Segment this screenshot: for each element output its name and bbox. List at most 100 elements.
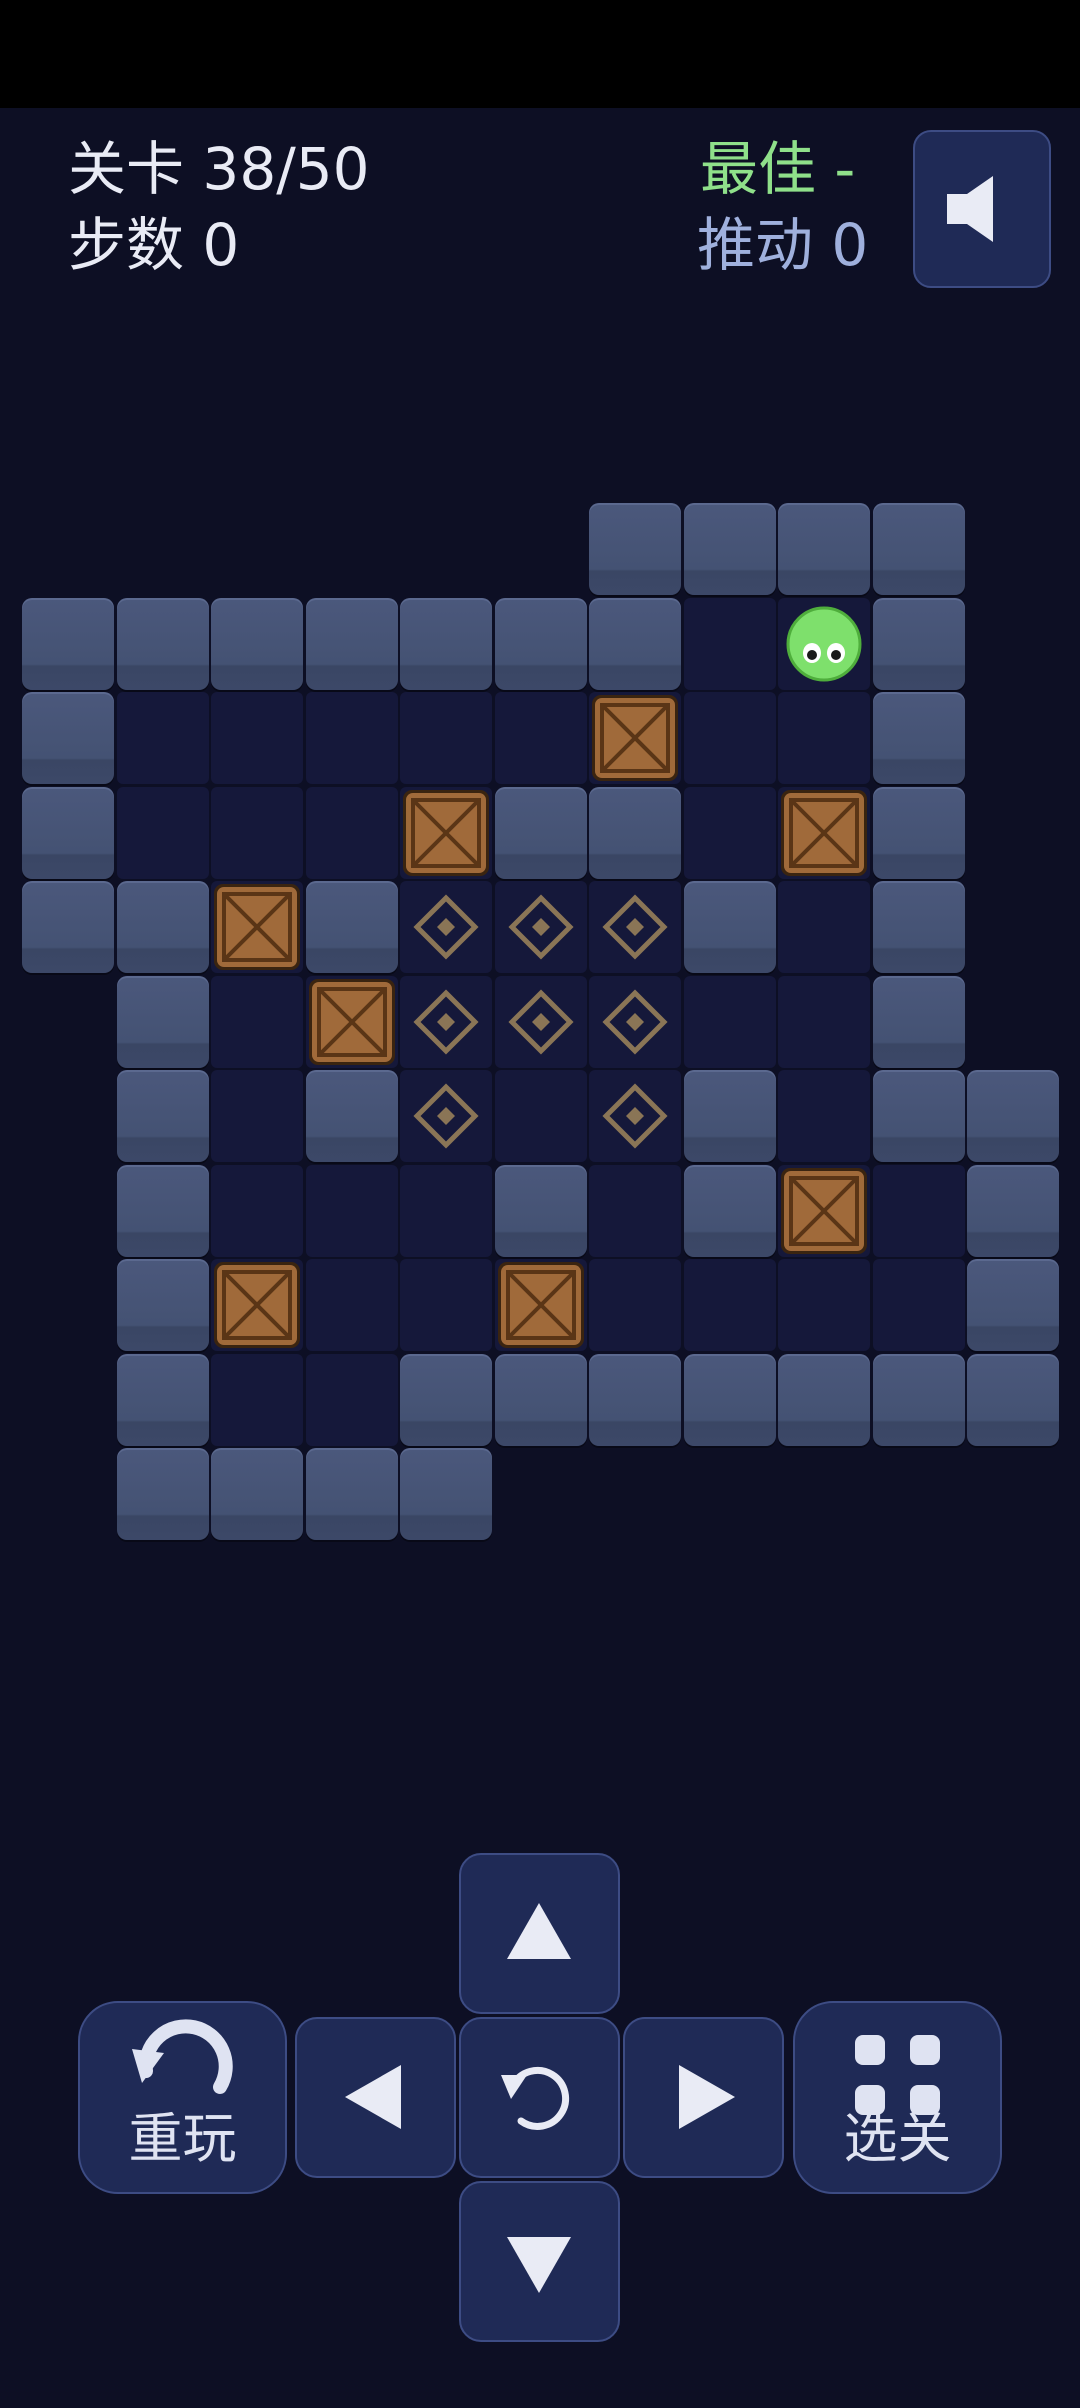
wall-tile [116, 1070, 209, 1162]
target-marker-icon [507, 894, 574, 960]
wall-tile [494, 786, 587, 879]
floor-tile [305, 786, 398, 879]
floor-tile [872, 1164, 965, 1257]
undo-button[interactable] [459, 2017, 620, 2178]
move-down-button[interactable] [459, 2181, 620, 2342]
wall-tile [683, 1353, 776, 1446]
wall-tile [211, 1448, 303, 1540]
floor-tile [589, 1259, 681, 1351]
floor-tile [778, 881, 870, 973]
crate-icon [214, 1262, 300, 1348]
status-bar [0, 0, 1080, 108]
floor-tile [872, 1259, 965, 1351]
floor-tile [305, 1164, 398, 1257]
arrow-right-icon [679, 2065, 735, 2129]
undo-icon [501, 2066, 570, 2130]
wall-tile [872, 786, 965, 879]
floor-tile [683, 1259, 776, 1351]
wall-tile [683, 881, 776, 973]
wall-tile [116, 1259, 209, 1351]
wall-tile [22, 692, 114, 784]
target-marker-icon [602, 1083, 668, 1149]
floor-tile [305, 1353, 398, 1446]
wall-tile [494, 1164, 587, 1257]
arrow-up-icon [507, 1903, 571, 1959]
player-icon [786, 606, 862, 681]
move-up-button[interactable] [459, 1853, 620, 2014]
game-board[interactable] [22, 503, 1062, 1543]
crate [211, 881, 303, 973]
crate [589, 692, 681, 784]
crate-icon [497, 1262, 584, 1348]
crate-icon [781, 789, 867, 876]
floor-tile [116, 786, 209, 879]
crate [400, 787, 492, 879]
wall-tile [872, 881, 965, 973]
wall-tile [22, 881, 114, 973]
target-marker-icon [413, 988, 479, 1055]
wall-tile [967, 1353, 1059, 1446]
wall-tile [967, 1070, 1059, 1162]
floor-tile [211, 1164, 303, 1257]
wall-tile [872, 1070, 965, 1162]
floor-tile [778, 692, 870, 784]
wall-tile [116, 975, 209, 1068]
level-select-label: 选关 [843, 2107, 952, 2170]
wall-tile [400, 597, 492, 690]
wall-tile [22, 597, 114, 690]
floor-tile [494, 692, 587, 784]
floor-tile [778, 975, 870, 1068]
wall-tile [967, 1259, 1059, 1351]
level-select-button[interactable]: 选关 [793, 2001, 1002, 2194]
wall-tile [22, 786, 114, 879]
target-marker-icon [507, 988, 574, 1055]
floor-tile [400, 692, 492, 784]
crate [306, 976, 398, 1068]
floor-tile [116, 692, 209, 784]
crate [495, 1259, 587, 1351]
wall-tile [305, 881, 398, 973]
crate-icon [308, 978, 395, 1065]
crate-icon [403, 789, 489, 876]
move-right-button[interactable] [623, 2017, 784, 2178]
floor-tile [305, 1259, 398, 1351]
wall-tile [683, 1164, 776, 1257]
wall-tile [494, 597, 587, 690]
wall-tile [116, 1448, 209, 1540]
wall-tile [589, 1353, 681, 1446]
floor-tile [494, 1070, 587, 1162]
wall-tile [589, 503, 681, 595]
target-tile [400, 975, 492, 1068]
move-left-button[interactable] [295, 2017, 456, 2178]
floor-tile [589, 1164, 681, 1257]
wall-tile [116, 597, 209, 690]
sound-toggle-button[interactable] [913, 130, 1051, 288]
crate-icon [781, 1167, 867, 1254]
wall-tile [872, 597, 965, 690]
wall-tile [778, 503, 870, 595]
wall-tile [872, 692, 965, 784]
crate-icon [214, 884, 300, 970]
speaker-icon [947, 176, 993, 242]
floor-tile [683, 597, 776, 690]
wall-tile [872, 975, 965, 1068]
arrow-down-icon [507, 2237, 571, 2293]
target-marker-icon [602, 894, 668, 960]
player [778, 598, 870, 690]
target-marker-icon [413, 1083, 479, 1149]
level-counter: 关卡 38/50 [68, 135, 370, 203]
best-score: 最佳 - [700, 135, 856, 203]
floor-tile [211, 786, 303, 879]
floor-tile [683, 975, 776, 1068]
floor-tile [305, 692, 398, 784]
wall-tile [872, 503, 965, 595]
floor-tile [683, 692, 776, 784]
floor-tile [683, 786, 776, 879]
wall-tile [494, 1353, 587, 1446]
wall-tile [116, 1164, 209, 1257]
target-marker-icon [413, 894, 479, 960]
floor-tile [211, 692, 303, 784]
wall-tile [305, 597, 398, 690]
target-tile [400, 881, 492, 973]
restart-button[interactable]: 重玩 [78, 2001, 287, 2194]
